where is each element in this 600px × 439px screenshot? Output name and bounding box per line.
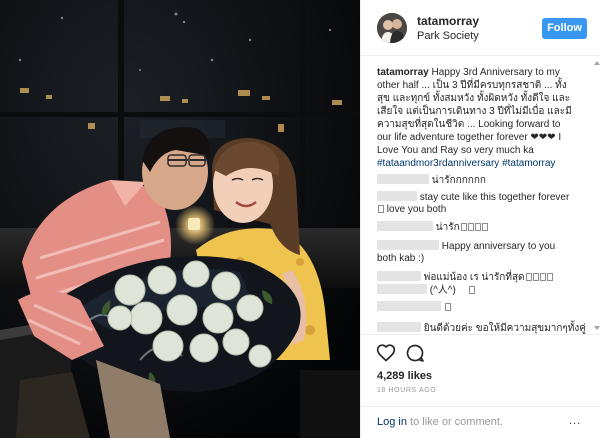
caption-line: สุข และทุกข์ ทั้งสมหวัง ทั้งผิดหวัง ทั้ง… (377, 93, 571, 104)
avatar-image (377, 13, 407, 43)
missing-glyph-icon (481, 223, 488, 231)
hashtag-link[interactable]: #tatamorray (502, 158, 555, 169)
comment-text: stay cute like this together forever (419, 192, 570, 203)
scroll-up-arrow-icon[interactable] (594, 61, 600, 65)
comment-continuation: both kab :) (377, 253, 425, 264)
post-header: tatamorray Park Society Follow (361, 0, 600, 56)
comment-text: (^人^) (429, 285, 456, 296)
missing-glyph-icon (468, 286, 475, 294)
login-link[interactable]: Log in (377, 416, 407, 428)
post-actions: 4,289 likes 18 HOURS AGO Log in to like … (361, 334, 600, 438)
avatar[interactable] (377, 13, 407, 43)
redacted-username[interactable] (377, 191, 417, 201)
missing-glyph-icon (460, 223, 467, 231)
comment-text: พ่อแม่น้อง เร น่ารักที่สุด (423, 272, 525, 283)
missing-glyph-icon (525, 273, 532, 281)
missing-glyph-icon (378, 205, 384, 213)
comment-text: น่ารักกกกกก (431, 175, 486, 186)
comment-item: ยินดีด้วยค่ะ ขอให้มีความสุขมากๆทั้งคู่ (377, 322, 587, 334)
redacted-username[interactable] (377, 174, 429, 184)
comment-item: น่ารักกกกกก (377, 174, 587, 187)
redacted-username[interactable] (377, 301, 441, 311)
post-timestamp[interactable]: 18 HOURS AGO (377, 387, 436, 394)
comments-scrollbar[interactable] (593, 57, 600, 334)
username[interactable]: tatamorray (417, 14, 479, 28)
missing-glyph-icon (467, 223, 474, 231)
comment-item: พ่อแม่น้อง เร น่ารักที่สุด (377, 271, 587, 284)
comments-list: tatamorray Happy 3rd Anniversary to my o… (361, 57, 593, 334)
instagram-post: tatamorray Park Society Follow tatamorra… (0, 0, 600, 438)
comment-text: น่ารัก (435, 222, 460, 233)
couple-with-flowers-photo (0, 0, 360, 438)
missing-glyph-icon (539, 273, 546, 281)
comment-item: Happy anniversary to you (377, 240, 587, 253)
redacted-username[interactable] (377, 221, 433, 231)
comment-continuation: (^人^) (377, 284, 587, 297)
comment-item: stay cute like this together forever (377, 191, 587, 204)
speech-bubble-icon[interactable] (405, 343, 425, 363)
comment-text: ยินดีด้วยค่ะ ขอให้มีความสุขมากๆทั้งคู่ (423, 323, 586, 334)
missing-glyph-icon (532, 273, 539, 281)
caption-line: เสียใจ แต่เป็นการเดินทาง 3 ปีที่ไม่มีเบื… (377, 106, 572, 117)
comment-text: Happy anniversary to you (441, 241, 556, 252)
caption-line: ความสุขที่สุดในชีวิต ... Looking forward… (377, 119, 561, 130)
location-link[interactable]: Park Society (417, 30, 479, 42)
comment-item (377, 301, 587, 314)
login-prompt: Log in to like or comment. (377, 416, 503, 428)
caption-author[interactable]: tatamorray (377, 67, 429, 78)
caption-text: Happy 3rd Anniversary to my (431, 67, 560, 78)
caption-line: Love You and Ray so very much ka (377, 145, 534, 156)
like-count[interactable]: 4,289 likes (377, 370, 432, 382)
redacted-username[interactable] (377, 240, 439, 250)
comment-item: น่ารัก (377, 221, 587, 234)
missing-glyph-icon (474, 223, 481, 231)
scroll-down-arrow-icon[interactable] (594, 326, 600, 330)
follow-button[interactable]: Follow (542, 18, 587, 39)
more-options-icon[interactable]: ... (569, 415, 581, 427)
caption-line: tatamorray Happy 3rd Anniversary to my (377, 67, 587, 79)
caption-line: other half ... เป็น 3 ปีที่มีครบทุกรสชาต… (377, 80, 567, 91)
comment-continuation: love you both (377, 204, 587, 216)
redacted-username (377, 284, 427, 294)
hashtag-link[interactable]: #tataandmor3rdanniversary (377, 158, 499, 169)
heart-outline-icon[interactable] (376, 343, 396, 363)
comment-footer: Log in to like or comment. ... (361, 406, 600, 439)
redacted-username[interactable] (377, 322, 421, 332)
caption-hashtags: #tataandmor3rdanniversary #tatamorray (377, 158, 587, 170)
caption-line: our life adventure together forever ❤❤❤ … (377, 132, 562, 143)
comment-text: love you both (386, 204, 447, 215)
post-side-panel: tatamorray Park Society Follow tatamorra… (360, 0, 600, 438)
missing-glyph-icon (444, 303, 451, 311)
post-photo[interactable] (0, 0, 360, 438)
missing-glyph-icon (546, 273, 553, 281)
login-prompt-text: to like or comment. (406, 416, 503, 428)
redacted-username[interactable] (377, 271, 421, 281)
